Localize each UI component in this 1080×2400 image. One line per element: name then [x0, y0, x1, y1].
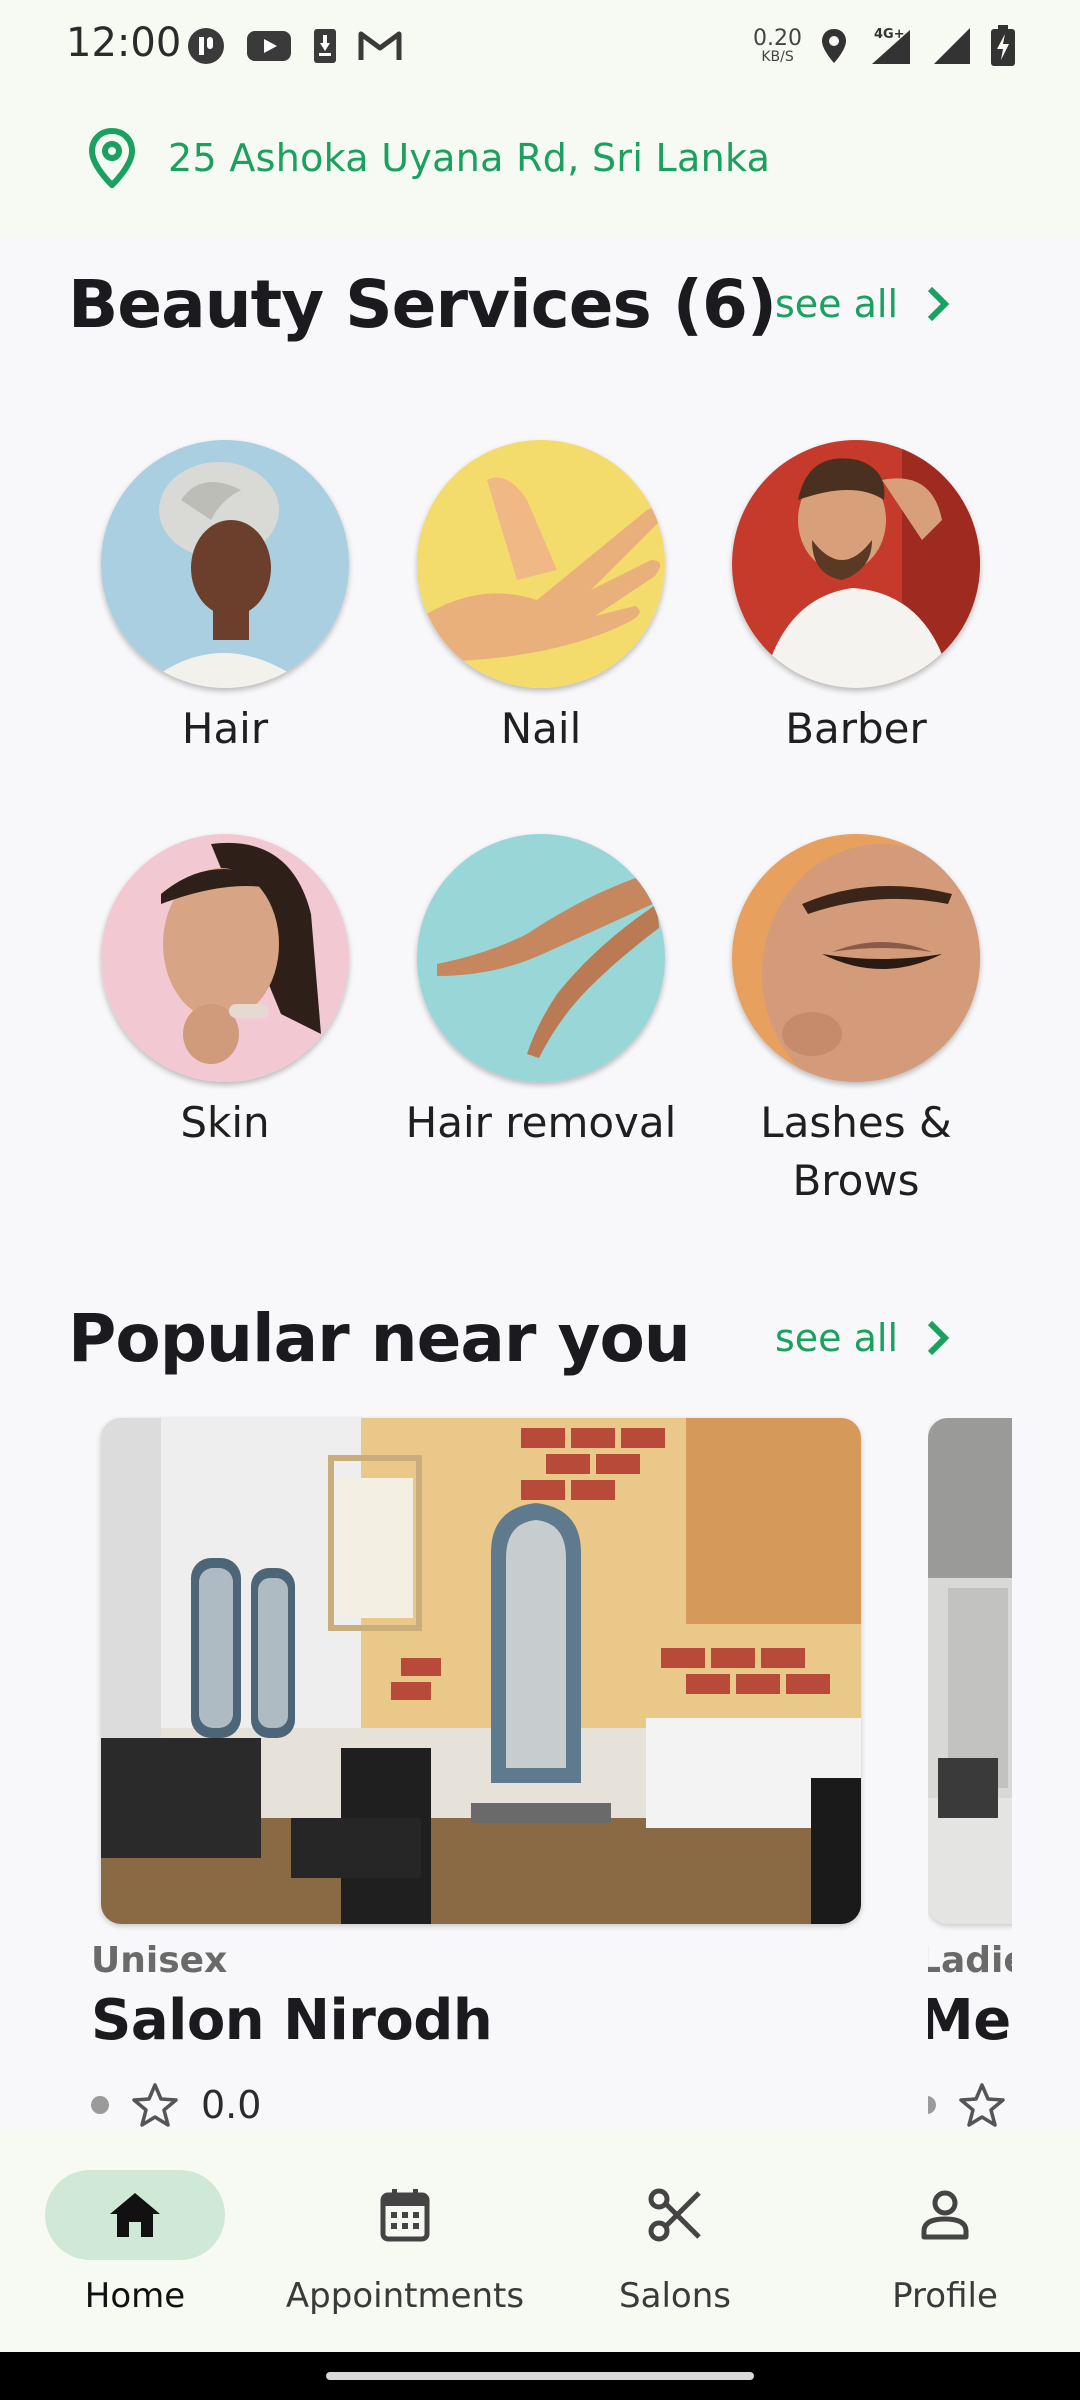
hair-category-image: [101, 440, 349, 688]
location-icon: [822, 29, 846, 63]
app-root: 12:00 0.20 KB/S 4G+ 25 Ashoka Uyana Rd, …: [0, 0, 1080, 2400]
category-label: Barber: [785, 704, 927, 753]
bottom-navigation: Home Appointments Salons Profile: [0, 2130, 1080, 2352]
location-header[interactable]: 25 Ashoka Uyana Rd, Sri Lanka: [0, 92, 1080, 238]
nav-home-pill: [45, 2170, 225, 2260]
status-bar: 12:00 0.20 KB/S 4G+: [0, 0, 1080, 92]
gmail-icon: [358, 31, 402, 60]
person-icon: [921, 2190, 969, 2240]
nav-appointments-pill: [315, 2170, 495, 2260]
salon-card-clip: Ladie Mer: [928, 1418, 1012, 2138]
salon-rating: 0.0: [91, 2082, 261, 2128]
location-address[interactable]: 25 Ashoka Uyana Rd, Sri Lanka: [168, 136, 770, 180]
pause-app-icon: [188, 28, 224, 64]
salon-name: Salon Nirodh: [91, 1988, 493, 2053]
gesture-handle[interactable]: [326, 2372, 754, 2380]
barber-category-image: [732, 440, 980, 688]
scissors-icon: [648, 2188, 701, 2242]
chevron-right-icon: [927, 1320, 950, 1356]
star-outline-icon: [132, 2083, 178, 2127]
category-hair-removal[interactable]: Hair removal: [383, 834, 699, 1152]
category-barber[interactable]: Barber: [698, 440, 1014, 758]
category-label: Lashes & Brows: [760, 1098, 952, 1205]
lashes-brows-category-image: [732, 834, 980, 1082]
salon-card[interactable]: Ladie Mer: [928, 1418, 1012, 2127]
home-icon: [110, 2193, 160, 2237]
skin-category-image: [101, 834, 349, 1082]
nav-label: Appointments: [285, 2276, 525, 2316]
rating-value: 0.0: [201, 2083, 262, 2127]
salon-type: Unisex: [91, 1940, 228, 1981]
svg-text:4G+: 4G+: [874, 27, 905, 42]
system-gesture-bar: [0, 2352, 1080, 2400]
salon-name: Mer: [928, 1988, 1012, 2053]
popular-title: Popular near you: [68, 1300, 691, 1377]
category-label: Hair: [181, 704, 269, 753]
chevron-right-icon: [927, 286, 950, 322]
salon-photo: [928, 1418, 1012, 1924]
nav-profile-pill: [855, 2170, 1035, 2260]
status-time: 12:00: [66, 20, 182, 66]
network-speed: 0.20 KB/S: [753, 26, 802, 65]
beauty-services-see-all[interactable]: see all: [775, 282, 950, 326]
see-all-label: see all: [775, 1316, 899, 1360]
battery-charging-icon: [991, 25, 1015, 66]
nail-category-image: [417, 440, 665, 688]
salon-photo: [101, 1418, 861, 1924]
nav-label: Profile: [892, 2276, 998, 2316]
see-all-label: see all: [775, 282, 899, 326]
salon-card[interactable]: Unisex Salon Nirodh 0.0: [91, 1418, 861, 2127]
category-label: Hair removal: [405, 1098, 677, 1147]
category-label: Nail: [500, 704, 582, 753]
hair-removal-category-image: [417, 834, 665, 1082]
download-icon: [314, 29, 336, 63]
nav-home[interactable]: Home: [0, 2170, 270, 2316]
star-outline-icon: [959, 2083, 1005, 2127]
youtube-icon: [247, 31, 291, 61]
category-nail[interactable]: Nail: [383, 440, 699, 758]
nav-label: Home: [84, 2276, 186, 2316]
category-lashes-brows[interactable]: Lashes & Brows: [698, 834, 1014, 1210]
map-pin-icon: [88, 128, 136, 188]
salon-type: Ladie: [928, 1940, 1012, 1981]
status-dot: [91, 2096, 109, 2114]
category-label: Skin: [180, 1098, 270, 1147]
category-skin[interactable]: Skin: [67, 834, 383, 1152]
nav-label: Salons: [619, 2276, 731, 2316]
category-hair[interactable]: Hair: [67, 440, 383, 758]
status-dot: [928, 2096, 936, 2114]
signal-icon: [934, 28, 970, 64]
nav-salons[interactable]: Salons: [540, 2170, 810, 2316]
nav-profile[interactable]: Profile: [810, 2170, 1080, 2316]
popular-see-all[interactable]: see all: [775, 1316, 950, 1360]
beauty-services-title: Beauty Services (6): [68, 266, 777, 343]
nav-salons-pill: [585, 2170, 765, 2260]
nav-appointments[interactable]: Appointments: [270, 2170, 540, 2316]
4g-signal-icon: 4G+: [872, 27, 910, 64]
calendar-icon: [380, 2189, 430, 2242]
salon-rating: [928, 2082, 1006, 2128]
